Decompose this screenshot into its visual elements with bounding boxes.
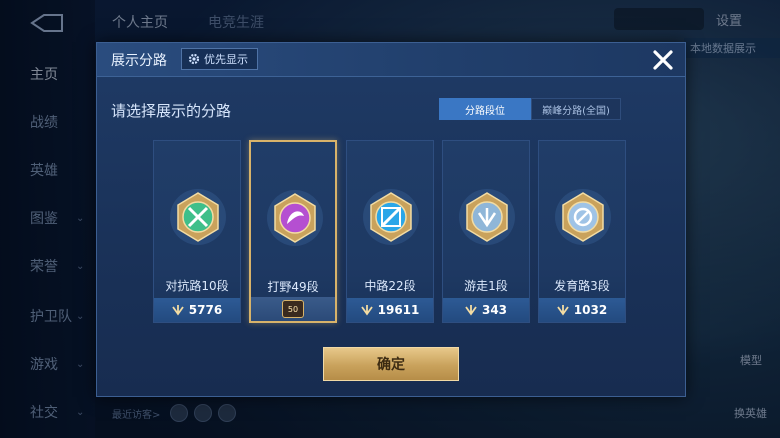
lane-rank-label: 打野49段 xyxy=(267,280,319,294)
close-button[interactable] xyxy=(649,47,677,73)
lane-card[interactable]: 发育路3段 1032 xyxy=(538,140,626,323)
dialog-title: 展示分路 xyxy=(111,53,167,69)
mid-lane-emblem-icon xyxy=(361,187,421,247)
close-icon xyxy=(653,50,673,70)
lane-card[interactable]: 中路22段 19611 xyxy=(346,140,434,323)
display-lane-dialog: 展示分路 优先显示 请选择展示的分路 分路段位 巅峰分路(全国) 对抗路10段 5… xyxy=(96,42,686,397)
lane-score: 19611 xyxy=(377,303,420,317)
lane-card[interactable]: 对抗路10段 5776 xyxy=(153,140,241,323)
dialog-header: 展示分路 优先显示 xyxy=(97,43,685,77)
dialog-subtitle: 请选择展示的分路 xyxy=(111,102,232,120)
roam-emblem-icon xyxy=(457,187,517,247)
power-arrow-icon xyxy=(360,305,373,316)
score-bar: 5776 xyxy=(154,298,240,322)
power-arrow-icon xyxy=(172,305,184,316)
gear-icon xyxy=(188,53,200,65)
lane-score: 343 xyxy=(481,303,508,317)
lane-rank-label: 游走1段 xyxy=(464,279,508,293)
score-bar: 19611 xyxy=(347,298,433,322)
tab-lane-rank[interactable]: 分路段位 xyxy=(439,98,531,120)
confirm-button[interactable]: 确定 xyxy=(323,347,459,381)
level-badge: 50 xyxy=(282,300,304,318)
lane-rank-label: 发育路3段 xyxy=(554,279,610,293)
bot-lane-emblem-icon xyxy=(553,187,613,247)
top-lane-emblem-icon xyxy=(168,187,228,247)
lane-card-list: 对抗路10段 5776 打野49段 50 中路22段 19611 游走1段 343 发育路3段 1… xyxy=(153,140,633,325)
lane-score: 1032 xyxy=(573,303,608,317)
lane-card[interactable]: 游走1段 343 xyxy=(442,140,530,323)
score-bar: 343 xyxy=(443,298,529,322)
jungle-emblem-icon xyxy=(265,188,325,248)
power-arrow-icon xyxy=(465,305,477,316)
power-arrow-icon xyxy=(557,305,569,316)
lane-rank-label: 中路22段 xyxy=(364,279,416,293)
tab-peak-lane-national[interactable]: 巅峰分路(全国) xyxy=(531,98,621,120)
priority-display-button[interactable]: 优先显示 xyxy=(181,48,258,70)
lane-rank-label: 对抗路10段 xyxy=(165,279,229,293)
score-bar: 50 xyxy=(251,297,335,321)
lane-score: 5776 xyxy=(188,303,223,317)
priority-display-label: 优先显示 xyxy=(204,53,248,66)
lane-card[interactable]: 打野49段 50 xyxy=(249,140,337,323)
score-bar: 1032 xyxy=(539,298,625,322)
